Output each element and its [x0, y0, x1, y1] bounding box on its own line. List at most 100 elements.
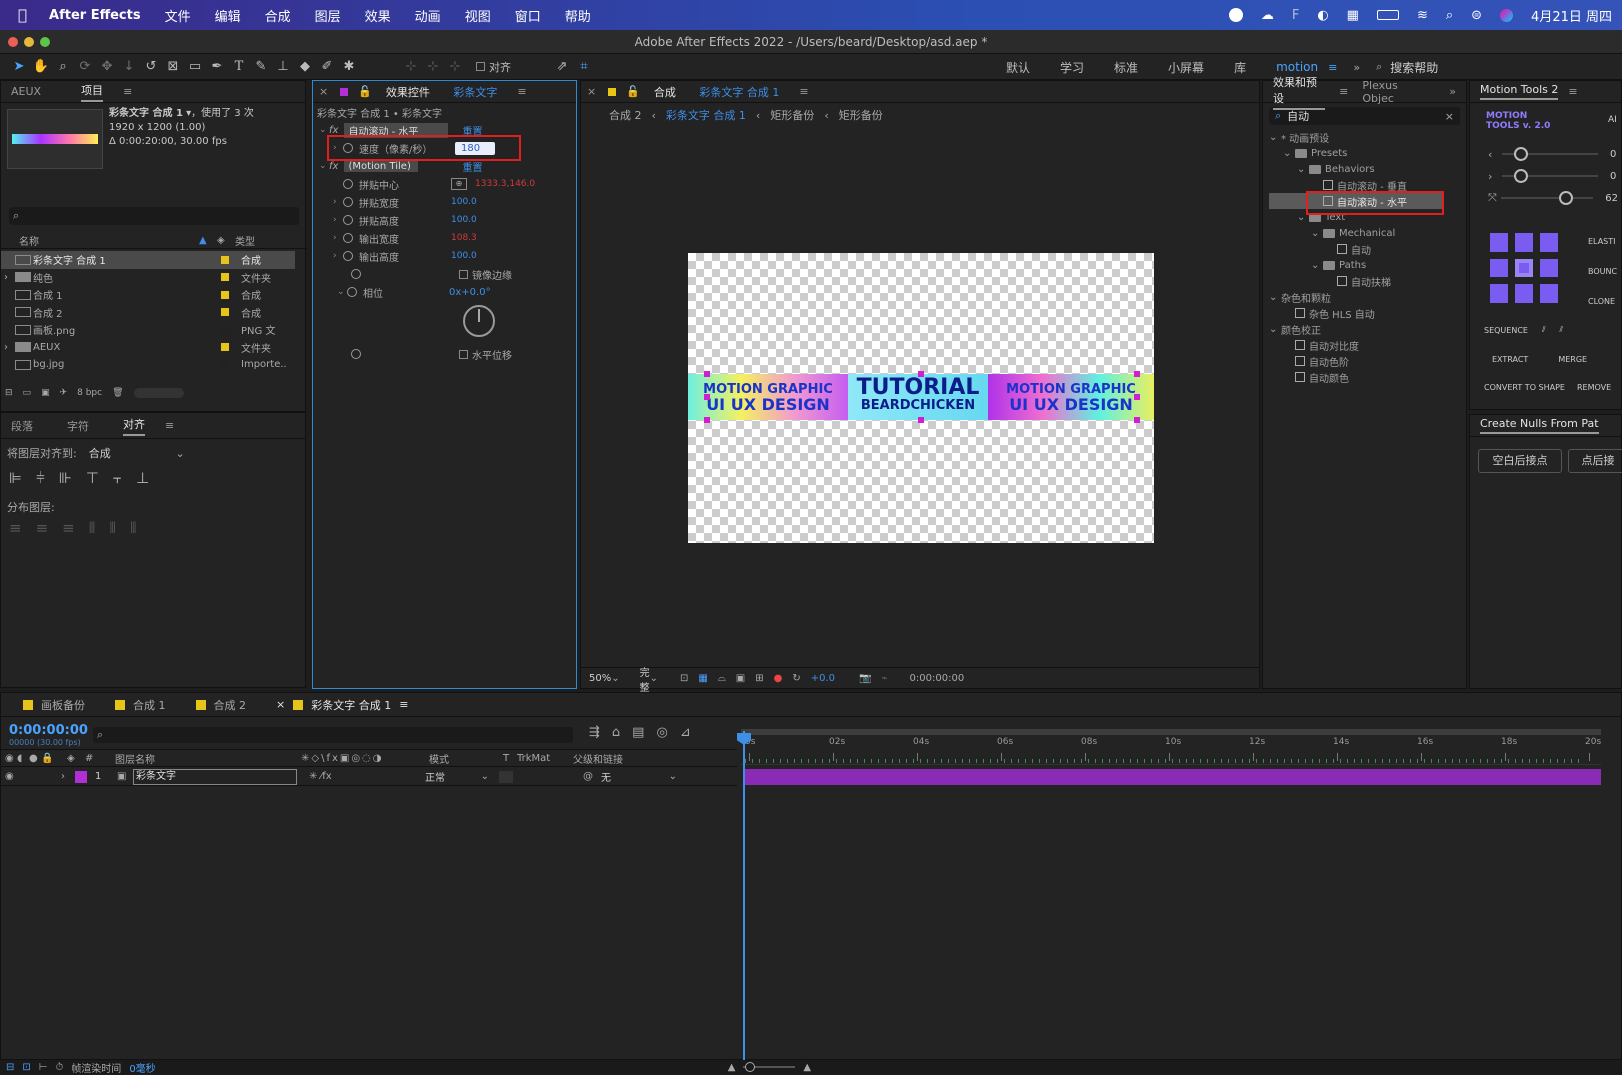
col-t[interactable]: T	[503, 753, 517, 764]
sequence-button[interactable]: SEQUENCE	[1484, 326, 1528, 335]
comp-menu-icon[interactable]: ≡	[799, 85, 808, 98]
project-scroll[interactable]	[133, 388, 184, 398]
align-bottom-icon[interactable]: ⊥	[136, 469, 149, 487]
dolly-tool-icon[interactable]: ↓	[118, 56, 140, 78]
preset-folder[interactable]: ⌄ 杂色和颗粒	[1269, 289, 1466, 305]
layer-name-field[interactable]: 彩条文字	[133, 768, 297, 785]
bpc-label[interactable]: 8 bpc	[77, 388, 102, 398]
graph-editor-icon[interactable]: ⊿	[680, 725, 691, 740]
lock-icon[interactable]: 🔓	[626, 85, 640, 98]
workspace-motion[interactable]: motion	[1276, 60, 1318, 74]
cloud-icon[interactable]: ☁	[1261, 8, 1274, 23]
trkmat-box[interactable]	[499, 770, 513, 783]
menu-file[interactable]: 文件	[165, 6, 191, 25]
delete-icon[interactable]: 🗑	[112, 388, 123, 398]
chevron-down-icon[interactable]: ⌄	[1311, 228, 1323, 239]
rectangle-tool-icon[interactable]: ▭	[184, 56, 206, 78]
menu-window[interactable]: 窗口	[515, 6, 541, 25]
merge-button[interactable]: MERGE	[1558, 355, 1587, 364]
distribute-right-icon[interactable]: ⦀	[130, 519, 137, 537]
crumb-rect2[interactable]: 矩形备份	[839, 107, 883, 123]
anchor-grid[interactable]	[1490, 233, 1560, 303]
puppet-tool-icon[interactable]: ✱	[338, 56, 360, 78]
tab-aeux[interactable]: AEUX	[11, 85, 41, 98]
label-icon[interactable]: ◈	[67, 753, 85, 764]
project-search[interactable]: ⌕	[9, 207, 299, 225]
banner-strip[interactable]: MOTION GRAPHIC UI UX DESIGN TUTORIAL BEA…	[688, 374, 1154, 420]
fx-badge[interactable]: fx	[329, 125, 338, 136]
preset-folder[interactable]: ⌄ * 动画预设	[1269, 129, 1466, 145]
stopwatch-icon[interactable]	[347, 287, 357, 297]
handle-tc[interactable]	[918, 371, 924, 377]
anchor-ml[interactable]	[1490, 258, 1508, 278]
audio-toggle-icon[interactable]: ◖	[17, 753, 29, 764]
preset-item[interactable]: 自动颜色	[1269, 369, 1466, 385]
snap-mode-icon[interactable]: ⇗	[551, 56, 573, 78]
stopwatch-icon[interactable]	[343, 197, 353, 207]
preset-folder[interactable]: ⌄ Paths	[1269, 257, 1466, 273]
phase-value[interactable]: 0x+0.0°	[449, 287, 491, 298]
f-icon[interactable]: F	[1292, 8, 1299, 23]
snap-toggle[interactable]: 对齐	[476, 59, 511, 75]
tab-character[interactable]: 字符	[67, 418, 89, 434]
param-value[interactable]: 100.0	[451, 197, 477, 207]
color-channel-icon[interactable]: ●	[774, 673, 783, 684]
preset-item[interactable]: 自动对比度	[1269, 337, 1466, 353]
tab-align[interactable]: 对齐	[123, 416, 145, 436]
render-icon[interactable]: ✈	[60, 388, 68, 398]
workspace-overflow-icon[interactable]: »	[1353, 61, 1360, 74]
workspace-learn[interactable]: 学习	[1060, 59, 1084, 76]
hshift-checkbox[interactable]	[459, 349, 468, 359]
bounce-button[interactable]: BOUNC	[1588, 257, 1622, 287]
axis-world-icon[interactable]: ⊹	[422, 56, 444, 78]
elastic-button[interactable]: ELASTI	[1588, 227, 1622, 257]
panel-overflow-icon[interactable]: »	[1449, 85, 1456, 98]
handle-br[interactable]	[1134, 417, 1140, 423]
col-trkmat[interactable]: TrkMat	[517, 753, 573, 764]
apple-icon[interactable]: 	[18, 6, 27, 24]
tab-paragraph[interactable]: 段落	[11, 418, 33, 434]
timeline-tab[interactable]: 画板备份	[23, 697, 85, 713]
chevron-down-icon[interactable]: ⌄	[1283, 148, 1295, 159]
project-item[interactable]: 合成 1 合成	[1, 286, 295, 304]
timeline-timecode[interactable]: 0:00:00:00	[9, 723, 88, 738]
tab-motion-tools[interactable]: Motion Tools 2	[1480, 83, 1559, 100]
label-swatch[interactable]	[221, 325, 229, 334]
label-swatch[interactable]	[221, 343, 229, 352]
expand-icon[interactable]: ⌄	[319, 125, 329, 135]
anchor-bc[interactable]	[1515, 284, 1533, 303]
composition-tab[interactable]: 合成 彩条文字 合成 1	[644, 84, 790, 100]
record-icon[interactable]	[1228, 8, 1243, 22]
timeline-search[interactable]: ⌕	[93, 727, 573, 743]
layer-switches[interactable]: ✳ ⁄fx	[297, 771, 425, 782]
mode-select[interactable]: 正常 ⌄	[425, 769, 489, 784]
lock-icon[interactable]: 🔒	[41, 753, 67, 764]
timeline-zoom-slider[interactable]	[743, 1062, 796, 1072]
view-layout-icon[interactable]: ⊞	[755, 673, 763, 684]
anchor-br[interactable]	[1540, 284, 1558, 303]
presets-menu-icon[interactable]: ≡	[1339, 85, 1348, 98]
preset-folder[interactable]: ⌄ Mechanical	[1269, 225, 1466, 241]
frame-blending-icon[interactable]: ▤	[632, 725, 644, 740]
close-tab-icon[interactable]: ×	[587, 85, 596, 98]
comp-canvas[interactable]: MOTION GRAPHIC UI UX DESIGN TUTORIAL BEA…	[688, 253, 1154, 543]
points-to-nulls-button[interactable]: 点后接	[1568, 449, 1622, 473]
stopwatch-icon[interactable]	[343, 233, 353, 243]
label-swatch[interactable]	[221, 360, 229, 369]
chevron-down-icon[interactable]: ⌄	[1269, 324, 1281, 335]
tab-effects-presets[interactable]: 效果和预设	[1273, 74, 1326, 110]
preset-item[interactable]: 自动扶梯	[1269, 273, 1466, 289]
tab-create-nulls[interactable]: Create Nulls From Pat	[1480, 417, 1599, 434]
video-toggle-icon[interactable]: ◉	[5, 753, 17, 764]
project-item[interactable]: 画板.png PNG 文	[1, 321, 295, 339]
workspace-libraries[interactable]: 库	[1234, 59, 1246, 76]
parent-select[interactable]: 无 ⌄	[601, 769, 677, 784]
guides-icon[interactable]: ▣	[736, 673, 745, 684]
distribute-vcenter-icon[interactable]: ≡	[36, 519, 49, 537]
fx-motiontile-row[interactable]: ⌄ fx (Motion Tile) 重置	[313, 157, 576, 175]
project-item[interactable]: bg.jpg Importe..	[1, 356, 295, 374]
align-hcenter-icon[interactable]: ⫩	[36, 469, 45, 487]
lock-icon[interactable]: 🔓	[358, 85, 372, 98]
label-swatch[interactable]	[221, 255, 229, 264]
preset-folder[interactable]: ⌄ Behaviors	[1269, 161, 1466, 177]
